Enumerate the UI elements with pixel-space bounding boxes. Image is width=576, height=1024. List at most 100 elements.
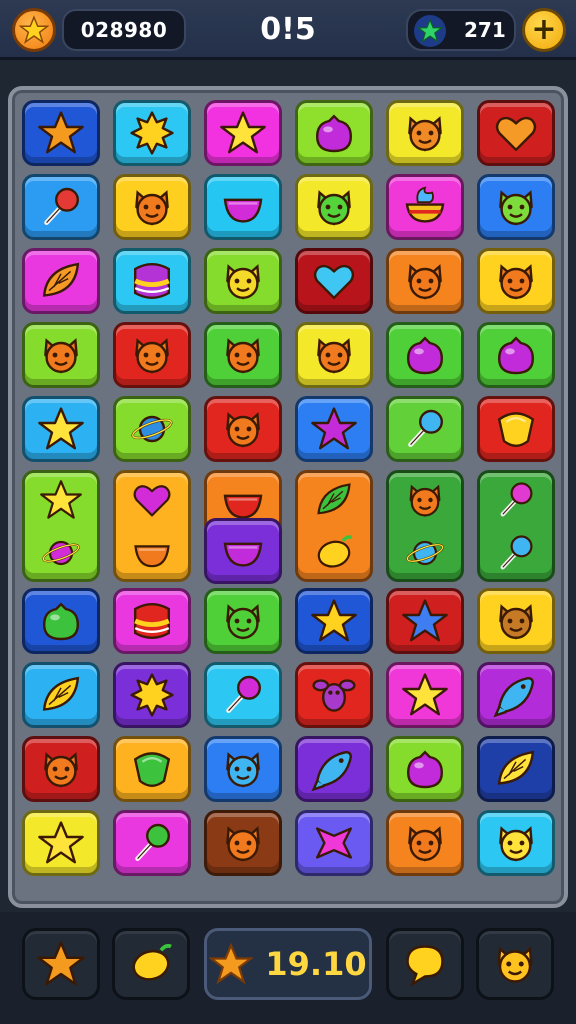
pin-icon: [500, 534, 533, 569]
board-tile[interactable]: [22, 588, 100, 654]
board-tile[interactable]: [22, 396, 100, 462]
star-booster-button[interactable]: [22, 928, 100, 1000]
face-icon: [499, 264, 533, 300]
blob-icon: [406, 750, 444, 789]
heart-icon: [495, 116, 537, 151]
board-tile[interactable]: [113, 100, 191, 166]
board-tile[interactable]: [477, 662, 555, 728]
board-tile[interactable]: [386, 396, 464, 462]
star-icon: [40, 479, 82, 519]
game-board: [8, 86, 568, 908]
board-tile[interactable]: [22, 174, 100, 240]
board-tile[interactable]: [204, 322, 282, 388]
face-icon: [317, 190, 351, 226]
face-icon: [317, 338, 351, 374]
pin-icon: [500, 481, 533, 516]
board-tile[interactable]: [477, 248, 555, 314]
board-tile[interactable]: [113, 396, 191, 462]
board-tile[interactable]: [295, 662, 373, 728]
board-tile[interactable]: [295, 588, 373, 654]
star-icon: [38, 407, 84, 450]
board-tile[interactable]: [477, 100, 555, 166]
bubble-icon: [406, 945, 444, 987]
board-tile[interactable]: [386, 248, 464, 314]
board-tile[interactable]: [204, 100, 282, 166]
bubble-booster-button[interactable]: [386, 928, 464, 1000]
top-hud: 028980 0!5 271 +: [0, 0, 576, 60]
face-icon: [409, 484, 441, 517]
planet-icon: [131, 415, 173, 443]
board-tile[interactable]: [22, 810, 100, 876]
board-tile[interactable]: [295, 810, 373, 876]
board-tile[interactable]: [295, 248, 373, 314]
board-tile[interactable]: [295, 470, 373, 582]
board-tile[interactable]: [295, 736, 373, 802]
board-tile[interactable]: [477, 470, 555, 582]
board-tile[interactable]: [204, 736, 282, 802]
board-tile[interactable]: [22, 248, 100, 314]
board-tile[interactable]: [295, 100, 373, 166]
sun-icon: [130, 111, 174, 155]
board-tile[interactable]: [386, 100, 464, 166]
face-icon: [135, 190, 169, 226]
character-booster-button[interactable]: [476, 928, 554, 1000]
face-icon: [408, 826, 442, 862]
board-tile[interactable]: [22, 470, 100, 582]
board-tile[interactable]: [204, 248, 282, 314]
board-tile[interactable]: [22, 736, 100, 802]
score-display: 028980: [62, 9, 186, 51]
blob-icon: [406, 336, 444, 375]
face-icon: [226, 412, 260, 448]
shield-icon: [133, 752, 171, 787]
board-tile[interactable]: [204, 810, 282, 876]
lemon-booster-button[interactable]: [112, 928, 190, 1000]
board-tile[interactable]: [204, 396, 282, 462]
lemon-icon: [317, 534, 353, 568]
board-tile[interactable]: [477, 736, 555, 802]
board-tile[interactable]: [295, 174, 373, 240]
star-icon: [402, 599, 448, 642]
green-star-icon: [414, 15, 446, 47]
board-tile[interactable]: [204, 174, 282, 240]
board-tile[interactable]: [386, 736, 464, 802]
board-tile[interactable]: [386, 322, 464, 388]
board-tile[interactable]: [295, 322, 373, 388]
board-tile[interactable]: [113, 736, 191, 802]
board-tile[interactable]: [113, 248, 191, 314]
board-tile[interactable]: [477, 396, 555, 462]
board-tile[interactable]: [113, 588, 191, 654]
board-tile[interactable]: [204, 518, 282, 584]
stack-icon: [134, 603, 170, 639]
board-tile[interactable]: [113, 322, 191, 388]
board-tile[interactable]: [22, 662, 100, 728]
board-tile[interactable]: [295, 396, 373, 462]
board-tile[interactable]: [477, 588, 555, 654]
bug-icon: [312, 679, 356, 712]
board-tile[interactable]: [113, 662, 191, 728]
board-tile[interactable]: [386, 174, 464, 240]
board-tile[interactable]: [22, 100, 100, 166]
timer-display: 0!5: [260, 12, 316, 47]
board-tile[interactable]: [477, 174, 555, 240]
board-tile[interactable]: [113, 174, 191, 240]
board-tile[interactable]: [386, 470, 464, 582]
gem-value: 271: [464, 18, 506, 42]
board-tile[interactable]: [386, 810, 464, 876]
add-currency-button[interactable]: +: [522, 8, 566, 52]
board-tile[interactable]: [386, 588, 464, 654]
score-value: 028980: [80, 18, 168, 42]
fish-icon: [493, 676, 535, 718]
x-icon: [316, 827, 352, 859]
board-tile[interactable]: [477, 810, 555, 876]
board-tile[interactable]: [22, 322, 100, 388]
board-tile[interactable]: [113, 470, 191, 582]
star-icon: [311, 407, 357, 450]
heart-icon: [133, 484, 171, 516]
board-tile[interactable]: [477, 322, 555, 388]
board-tile[interactable]: [204, 588, 282, 654]
coin-star-button[interactable]: [12, 8, 56, 52]
planet-icon: [42, 540, 80, 565]
board-tile[interactable]: [204, 662, 282, 728]
board-tile[interactable]: [113, 810, 191, 876]
board-tile[interactable]: [386, 662, 464, 728]
